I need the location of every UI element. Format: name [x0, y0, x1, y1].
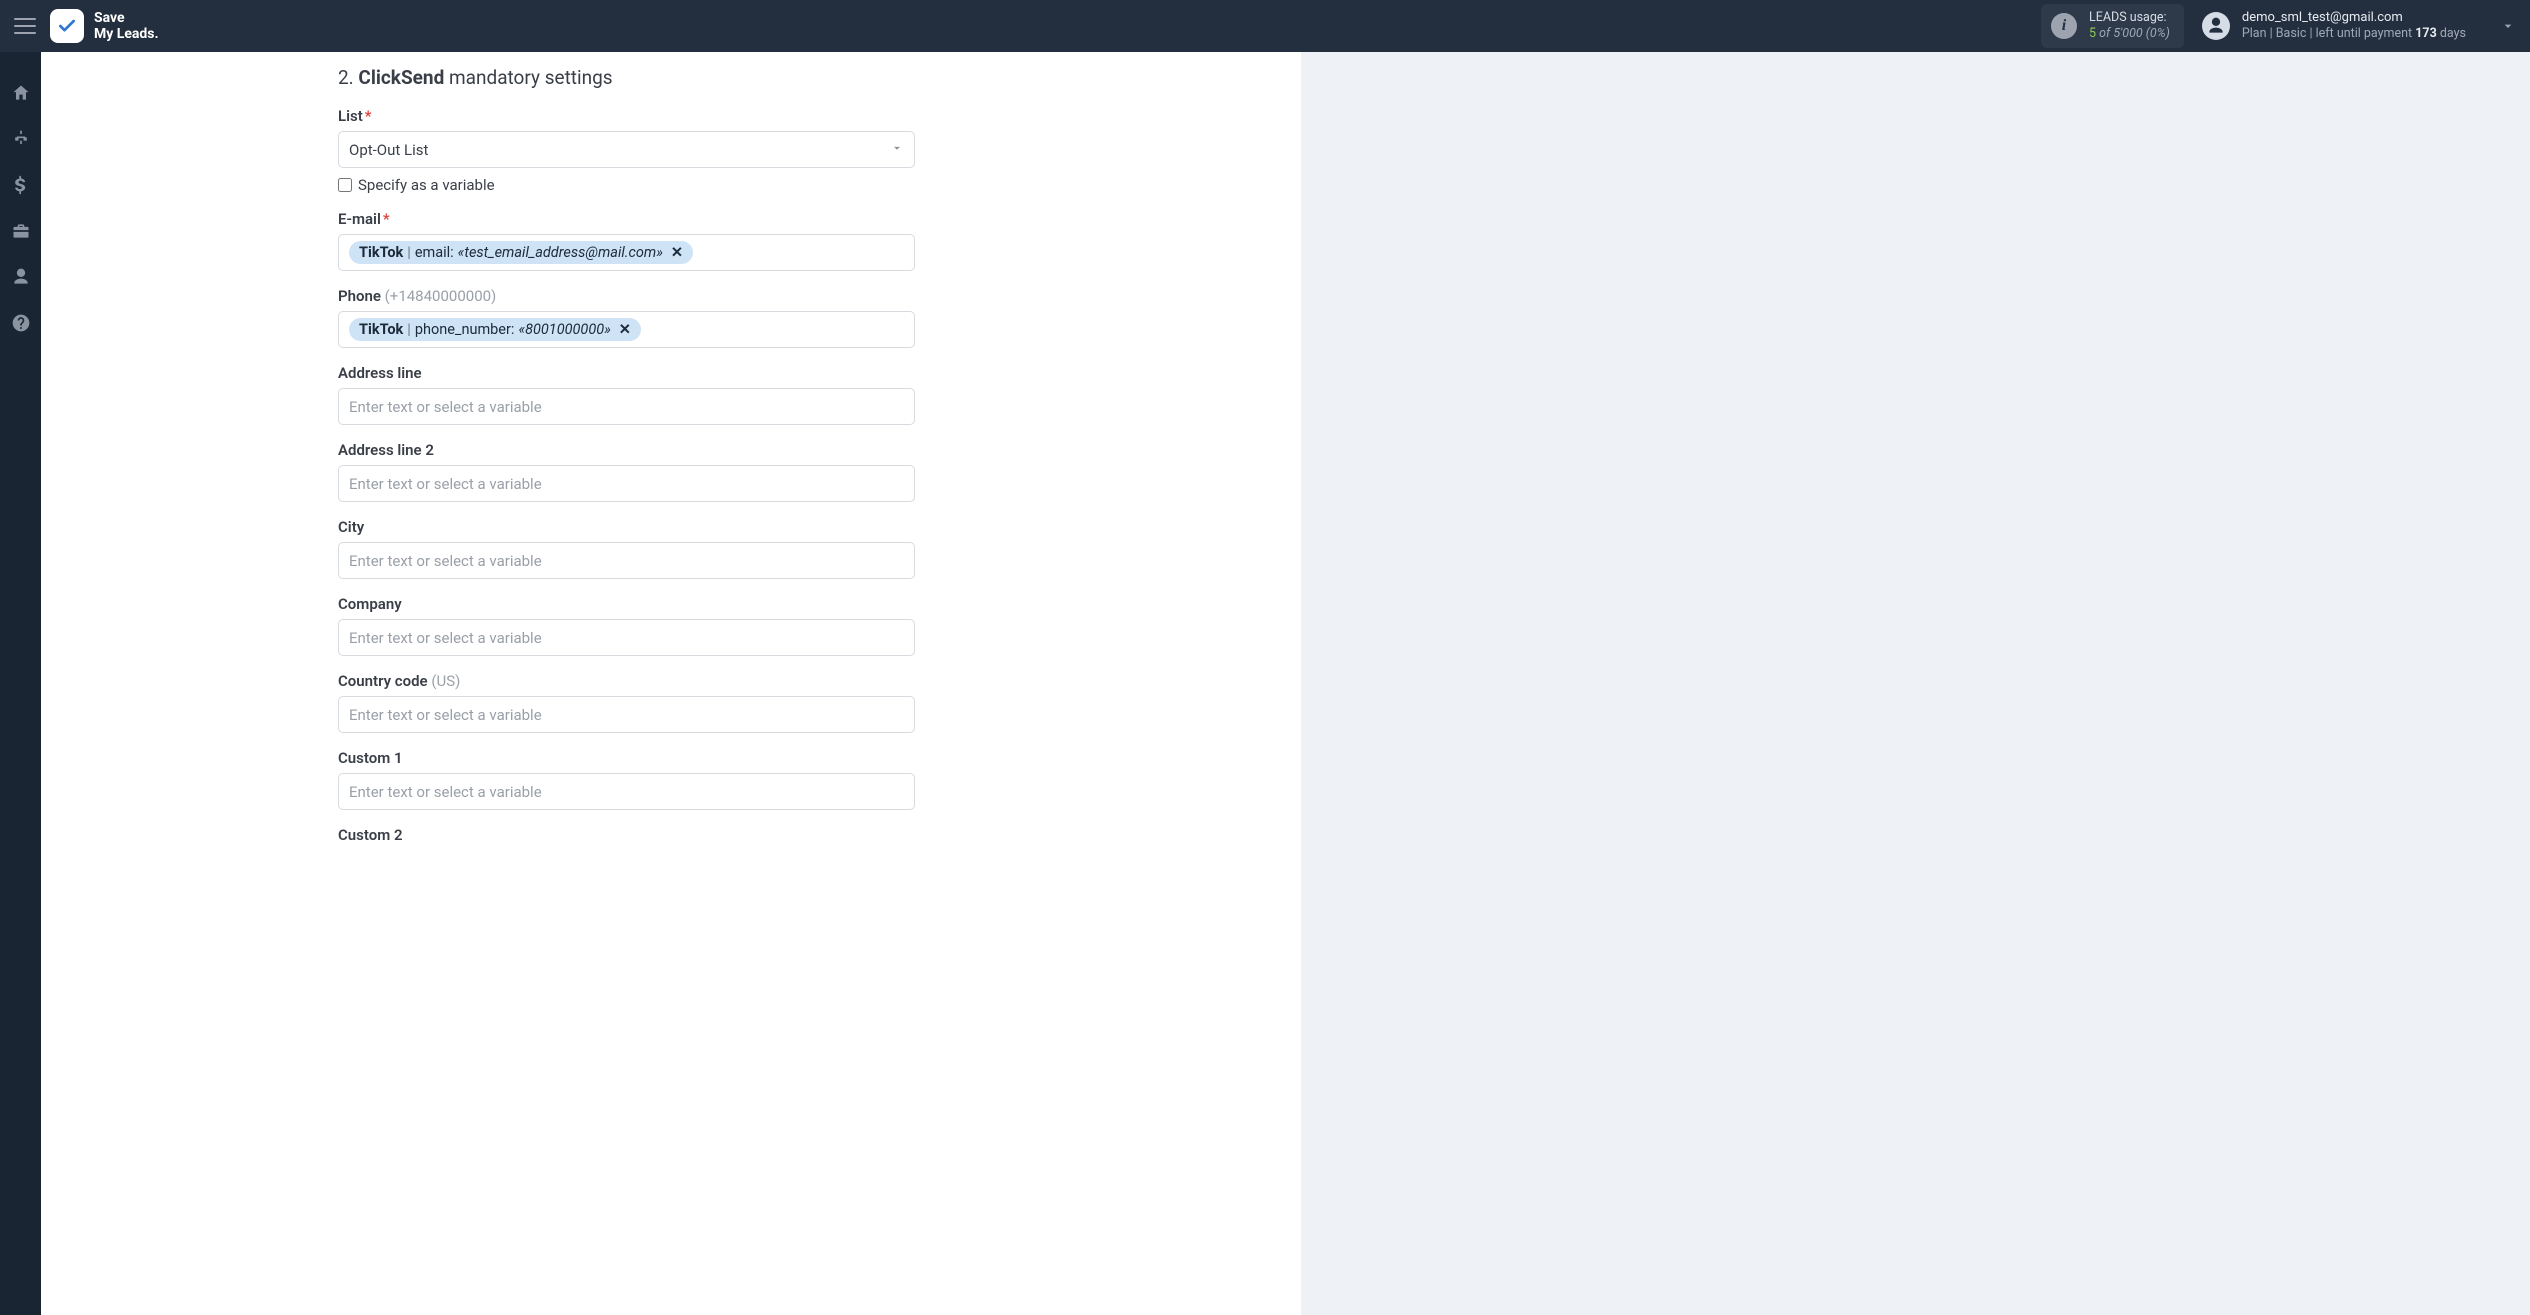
company-input-wrap[interactable]	[338, 619, 915, 656]
field-country: Country code (US)	[338, 672, 916, 733]
topbar: Save My Leads. i LEADS usage: 5 of 5'000…	[0, 0, 2530, 52]
settings-card: 2. ClickSend mandatory settings List* Op…	[41, 52, 1301, 1315]
list-variable-row: Specify as a variable	[338, 176, 916, 194]
usage-box[interactable]: i LEADS usage: 5 of 5'000 (0%)	[2041, 4, 2184, 47]
plan-prefix: Plan |	[2242, 26, 2273, 41]
usage-count: 5	[2089, 26, 2096, 41]
usage-text: LEADS usage: 5 of 5'000 (0%)	[2089, 10, 2170, 41]
city-input-wrap[interactable]	[338, 542, 915, 579]
field-city: City	[338, 518, 916, 579]
account-email: demo_sml_test@gmail.com	[2242, 10, 2466, 26]
address1-input-wrap[interactable]	[338, 388, 915, 425]
country-hint: (US)	[431, 672, 460, 690]
list-select[interactable]: Opt-Out List	[338, 131, 915, 168]
field-custom2: Custom 2	[338, 826, 916, 844]
phone-input[interactable]: TikTok | phone_number: «8001000000» ✕	[338, 311, 915, 348]
help-icon[interactable]	[10, 312, 32, 334]
custom1-input[interactable]	[349, 783, 904, 801]
address1-input[interactable]	[349, 398, 904, 416]
phone-chip: TikTok | phone_number: «8001000000» ✕	[349, 318, 641, 341]
app-logo[interactable]	[50, 9, 84, 43]
label-address2: Address line 2	[338, 441, 916, 459]
address2-input-wrap[interactable]	[338, 465, 915, 502]
usage-of: of	[2099, 26, 2110, 41]
label-phone: Phone (+14840000000)	[338, 287, 916, 305]
billing-icon[interactable]	[10, 174, 32, 196]
company-input[interactable]	[349, 629, 904, 647]
field-address1: Address line	[338, 364, 916, 425]
chevron-down-icon[interactable]	[2500, 18, 2516, 34]
field-custom1: Custom 1	[338, 749, 916, 810]
user-icon[interactable]	[10, 266, 32, 288]
email-chip: TikTok | email: «test_email_address@mail…	[349, 241, 693, 264]
label-email: E-mail*	[338, 210, 916, 228]
label-company: Company	[338, 595, 916, 613]
account-text: demo_sml_test@gmail.com Plan | Basic | l…	[2242, 10, 2466, 42]
chevron-down-icon	[890, 141, 904, 159]
field-list: List* Opt-Out List Specify as a variable	[338, 107, 916, 194]
label-list: List*	[338, 107, 916, 125]
plan-name: Basic	[2276, 26, 2307, 41]
email-input[interactable]: TikTok | email: «test_email_address@mail…	[338, 234, 915, 271]
connections-icon[interactable]	[10, 128, 32, 150]
section-rest: mandatory settings	[449, 66, 613, 89]
chip-value: «test_email_address@mail.com»	[458, 244, 663, 261]
country-input-wrap[interactable]	[338, 696, 915, 733]
phone-hint: (+14840000000)	[385, 287, 497, 305]
home-icon[interactable]	[10, 82, 32, 104]
briefcase-icon[interactable]	[10, 220, 32, 242]
stage: 2. ClickSend mandatory settings List* Op…	[41, 52, 2530, 1315]
usage-pct: (0%)	[2146, 26, 2170, 41]
country-input[interactable]	[349, 706, 904, 724]
usage-limit: 5'000	[2113, 26, 2142, 41]
avatar-icon	[2202, 12, 2230, 40]
chip-remove[interactable]: ✕	[619, 321, 631, 338]
account-menu[interactable]: demo_sml_test@gmail.com Plan | Basic | l…	[2202, 10, 2516, 42]
info-icon: i	[2051, 13, 2077, 39]
chip-source: TikTok	[359, 244, 403, 261]
list-select-value: Opt-Out List	[349, 141, 428, 159]
section-num: 2.	[338, 66, 354, 89]
custom1-input-wrap[interactable]	[338, 773, 915, 810]
chip-value: «8001000000»	[518, 321, 610, 338]
chip-key: phone_number:	[415, 321, 515, 338]
address2-input[interactable]	[349, 475, 904, 493]
app-name: Save My Leads.	[94, 10, 159, 42]
field-address2: Address line 2	[338, 441, 916, 502]
city-input[interactable]	[349, 552, 904, 570]
app-name-line1: Save	[94, 10, 159, 26]
list-variable-checkbox[interactable]	[338, 178, 352, 192]
plan-days-word: days	[2440, 26, 2466, 41]
app-name-line2: My Leads.	[94, 26, 159, 42]
menu-toggle[interactable]	[14, 18, 36, 34]
chip-source: TikTok	[359, 321, 403, 338]
usage-title: LEADS usage:	[2089, 10, 2170, 26]
plan-mid: | left until payment	[2309, 26, 2412, 41]
label-custom2: Custom 2	[338, 826, 916, 844]
list-variable-label: Specify as a variable	[358, 176, 495, 194]
sidebar	[0, 52, 41, 1315]
label-country: Country code (US)	[338, 672, 916, 690]
chip-remove[interactable]: ✕	[671, 244, 683, 261]
chip-key: email:	[415, 244, 454, 261]
label-custom1: Custom 1	[338, 749, 916, 767]
label-city: City	[338, 518, 916, 536]
field-email: E-mail* TikTok | email: «test_email_addr…	[338, 210, 916, 271]
section-strong: ClickSend	[358, 66, 444, 89]
field-phone: Phone (+14840000000) TikTok | phone_numb…	[338, 287, 916, 348]
label-address1: Address line	[338, 364, 916, 382]
field-company: Company	[338, 595, 916, 656]
section-title: 2. ClickSend mandatory settings	[338, 66, 916, 89]
plan-days: 173	[2415, 26, 2437, 41]
